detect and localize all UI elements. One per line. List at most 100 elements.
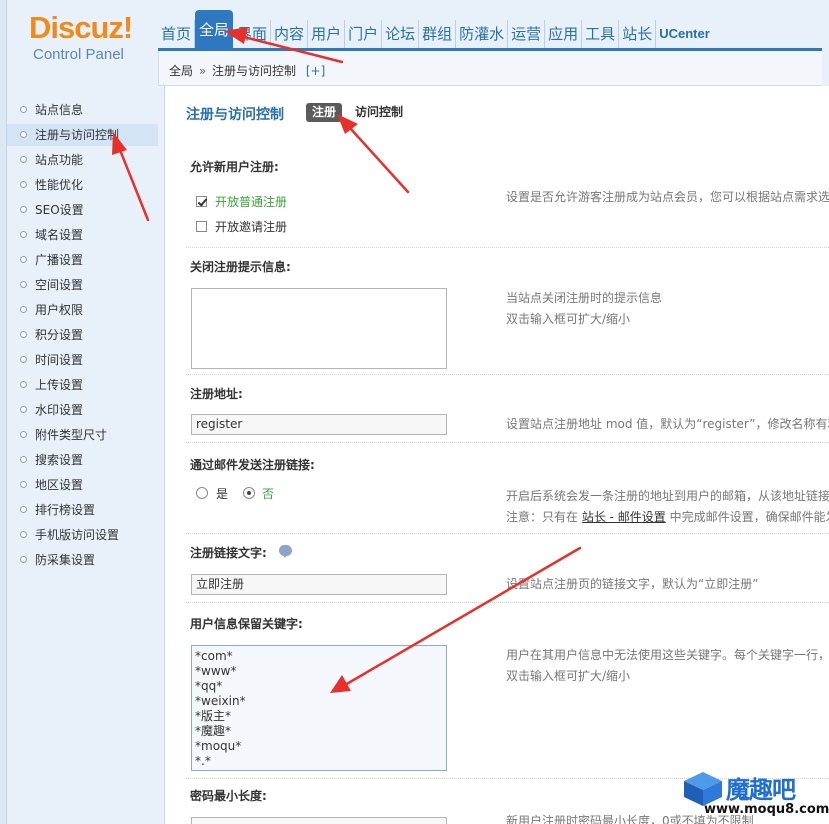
breadcrumb-current: 注册与访问控制 bbox=[212, 64, 297, 78]
censor-keyword: *com* bbox=[195, 649, 233, 663]
divider bbox=[186, 442, 829, 443]
sidebar-item-15[interactable]: 地区设置 bbox=[7, 474, 158, 496]
bullet-icon bbox=[20, 481, 27, 488]
cube-logo-icon bbox=[684, 772, 722, 806]
open-register-label[interactable]: 开放普通注册 bbox=[215, 193, 287, 210]
discuz-logo[interactable]: Discuz! Control Panel bbox=[27, 10, 167, 70]
allow-register-tip: 设置是否允许游客注册成为站点会员，您可以根据站点需求选 bbox=[506, 190, 829, 204]
password-min-length-input[interactable] bbox=[191, 817, 447, 824]
register-link-text-input[interactable]: 立即注册 bbox=[191, 574, 447, 595]
bullet-icon bbox=[20, 406, 27, 413]
sidebar-item-1[interactable]: 注册与访问控制 bbox=[7, 124, 158, 146]
sidebar-item-label: 地区设置 bbox=[35, 478, 84, 492]
sidebar-item-label: 搜索设置 bbox=[35, 453, 84, 467]
top-nav-tab-8[interactable]: 防灌水 bbox=[456, 20, 509, 50]
sidebar-item-2[interactable]: 站点功能 bbox=[7, 149, 158, 171]
sidebar-item-13[interactable]: 附件类型尺寸 bbox=[7, 424, 158, 446]
window-edge-strip bbox=[0, 0, 7, 824]
sidebar-item-label: 注册与访问控制 bbox=[35, 128, 120, 142]
sidebar-item-7[interactable]: 空间设置 bbox=[7, 274, 158, 296]
invite-register-label[interactable]: 开放邀请注册 bbox=[215, 218, 287, 235]
sidebar-item-label: 空间设置 bbox=[35, 278, 84, 292]
sidebar-item-label: 域名设置 bbox=[35, 228, 84, 242]
email-link-no-radio[interactable] bbox=[243, 487, 255, 499]
sidebar-item-14[interactable]: 搜索设置 bbox=[7, 449, 158, 471]
censor-keyword: *moqu* bbox=[195, 739, 242, 753]
sidebar-item-label: 站点信息 bbox=[35, 103, 84, 117]
sidebar-item-16[interactable]: 排行榜设置 bbox=[7, 499, 158, 521]
top-nav-tab-13[interactable]: UCenter bbox=[656, 20, 713, 50]
open-register-checkbox[interactable] bbox=[196, 196, 207, 207]
sidebar-item-label: 积分设置 bbox=[35, 328, 84, 342]
top-nav-tab-11[interactable]: 工具 bbox=[582, 20, 620, 50]
bullet-icon bbox=[20, 556, 27, 563]
bullet-icon bbox=[20, 356, 27, 363]
top-nav-tab-2[interactable]: 界面 bbox=[234, 20, 272, 50]
bullet-icon bbox=[20, 156, 27, 163]
email-link-no-label[interactable]: 否 bbox=[262, 485, 274, 502]
subtab-access-control[interactable]: 访问控制 bbox=[355, 103, 403, 122]
register-url-input[interactable]: register bbox=[191, 414, 447, 435]
breadcrumb-root[interactable]: 全局 bbox=[169, 64, 193, 78]
logo-subtitle: Control Panel bbox=[33, 46, 124, 63]
sidebar-item-8[interactable]: 用户权限 bbox=[7, 299, 158, 321]
bullet-icon bbox=[20, 206, 27, 213]
mail-settings-link[interactable]: 站长 - 邮件设置 bbox=[582, 510, 666, 524]
top-nav: 首页 全局 界面 内容 用户 门户 论坛 群组 防灌水 运营 应用 工具 站长 UCenter bbox=[158, 10, 713, 50]
top-nav-tab-0[interactable]: 首页 bbox=[158, 20, 196, 50]
register-url-tip: 设置站点注册地址 mod 值，默认为“register”，修改名称有利 bbox=[506, 417, 829, 431]
top-nav-tab-7[interactable]: 群组 bbox=[419, 20, 457, 50]
top-nav-tab-5[interactable]: 门户 bbox=[345, 20, 383, 50]
sidebar-item-6[interactable]: 广播设置 bbox=[7, 249, 158, 271]
sidebar-item-label: 附件类型尺寸 bbox=[35, 428, 108, 442]
bullet-icon bbox=[20, 531, 27, 538]
email-link-yes-radio[interactable] bbox=[196, 487, 208, 499]
sidebar-item-label: 水印设置 bbox=[35, 403, 84, 417]
sidebar-item-17[interactable]: 手机版访问设置 bbox=[7, 524, 158, 546]
top-nav-tab-1[interactable]: 全局 bbox=[195, 10, 234, 50]
divider bbox=[186, 247, 829, 248]
close-message-label: 关闭注册提示信息: bbox=[190, 260, 291, 274]
top-nav-tab-6[interactable]: 论坛 bbox=[382, 20, 420, 50]
sidebar-item-11[interactable]: 上传设置 bbox=[7, 374, 158, 396]
logo-brand: Discuz! bbox=[29, 10, 133, 45]
sidebar-item-4[interactable]: SEO设置 bbox=[7, 199, 158, 221]
bullet-icon bbox=[20, 431, 27, 438]
top-nav-tab-3[interactable]: 内容 bbox=[271, 20, 309, 50]
email-link-yes-label[interactable]: 是 bbox=[216, 485, 228, 502]
register-link-text-label: 注册链接文字: bbox=[190, 546, 267, 560]
close-message-textarea[interactable] bbox=[191, 288, 447, 369]
sidebar-item-5[interactable]: 域名设置 bbox=[7, 224, 158, 246]
help-bubble-icon[interactable] bbox=[279, 545, 292, 558]
sidebar-item-label: 广播设置 bbox=[35, 253, 84, 267]
allow-register-label: 允许新用户注册: bbox=[190, 160, 279, 174]
divider bbox=[186, 533, 829, 534]
sidebar-item-9[interactable]: 积分设置 bbox=[7, 324, 158, 346]
watermark-url: www.moqu8.com bbox=[704, 802, 829, 817]
bullet-icon bbox=[20, 506, 27, 513]
sidebar-item-12[interactable]: 水印设置 bbox=[7, 399, 158, 421]
bullet-icon bbox=[20, 256, 27, 263]
email-link-tip-1: 开启后系统会发一条注册的地址到用户的邮箱，从该地址链接 bbox=[506, 489, 829, 503]
top-nav-tab-9[interactable]: 运营 bbox=[508, 20, 546, 50]
censor-keywords-tip-1: 用户在其用户信息中无法使用这些关键字。每个关键字一行， bbox=[506, 648, 829, 662]
censor-keywords-textarea[interactable]: *com* *www* *qq* *weixin* *版主* *魔趣* *moqu* *.* bbox=[191, 645, 447, 771]
email-link-tip-2: 注意：只有在 站长 - 邮件设置 中完成邮件设置，确保邮件能发 bbox=[506, 510, 829, 524]
sidebar-item-0[interactable]: 站点信息 bbox=[7, 99, 158, 121]
censor-keywords-tip-2: 双击输入框可扩大/缩小 bbox=[506, 669, 631, 683]
breadcrumb-separator: » bbox=[198, 64, 207, 78]
sidebar-item-label: 防采集设置 bbox=[35, 553, 96, 567]
sidebar-item-3[interactable]: 性能优化 bbox=[7, 174, 158, 196]
top-nav-tab-10[interactable]: 应用 bbox=[545, 20, 583, 50]
sidebar-item-10[interactable]: 时间设置 bbox=[7, 349, 158, 371]
top-nav-tab-4[interactable]: 用户 bbox=[308, 20, 346, 50]
subtab-register[interactable]: 注册 bbox=[306, 103, 343, 122]
top-nav-tab-12[interactable]: 站长 bbox=[619, 20, 657, 50]
sidebar-item-18[interactable]: 防采集设置 bbox=[7, 549, 158, 571]
censor-keyword: *weixin* bbox=[195, 694, 246, 708]
censor-keyword: *qq* bbox=[195, 679, 223, 693]
add-shortcut-link[interactable]: [+] bbox=[306, 64, 325, 78]
sidebar-item-label: 性能优化 bbox=[35, 178, 84, 192]
invite-register-checkbox[interactable] bbox=[196, 221, 207, 232]
sidebar-item-label: 站点功能 bbox=[35, 153, 84, 167]
